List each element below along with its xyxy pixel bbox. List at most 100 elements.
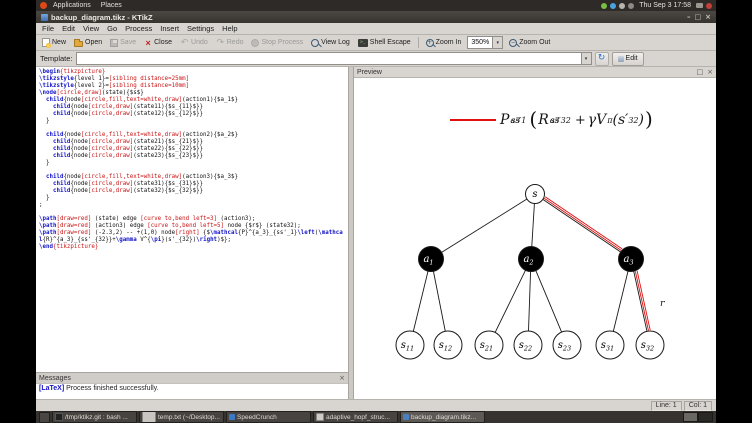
formula-arg-close: )	[638, 112, 644, 128]
system-tray: Thu Sep 3 17:58	[601, 2, 712, 9]
code-line: \path[draw=red] (state) edge [curve to,b…	[39, 216, 256, 222]
template-row: Template: ▾ ↻ Edit	[36, 51, 716, 67]
tree-node-label-s: s	[532, 189, 537, 200]
redo-button: ↷ Redo	[213, 37, 247, 48]
code-line: child{node[circle,fill,text=white,draw](…	[45, 174, 238, 180]
close-icon[interactable]: ×	[705, 13, 711, 21]
code-line: }	[39, 118, 50, 124]
zoom-level-combo[interactable]: 350% ▾	[467, 36, 504, 49]
close-button[interactable]: × Close	[141, 38, 175, 48]
formula-v-sup: π	[607, 115, 613, 125]
red-edge-a3-s32-0	[634, 271, 649, 331]
menu-help[interactable]: Help	[218, 24, 241, 33]
code-line: child{node[circle,draw](state32){$s_{32}…	[52, 188, 204, 194]
taskbar-window-0[interactable]: /tmp/ktikz.git : bash ...	[52, 411, 137, 423]
formula-gamma-v: γV	[587, 112, 607, 128]
window-title: backup_diagram.tikz - KTikZ	[51, 12, 153, 22]
distributor-logo-icon[interactable]	[40, 2, 47, 9]
messaging-indicator-icon[interactable]	[601, 2, 608, 9]
status-line: Line: 1	[650, 400, 682, 411]
show-desktop-button[interactable]	[39, 411, 50, 423]
maximize-icon[interactable]: □	[695, 13, 702, 21]
zoom-in-button[interactable]: + Zoom In	[423, 38, 465, 48]
menu-process[interactable]: Process	[121, 24, 156, 33]
tree-edge-a2-s22	[528, 271, 532, 332]
titlebar[interactable]: backup_diagram.tikz - KTikZ – □ ×	[36, 11, 716, 23]
red-edge-s-a3-1	[544, 196, 623, 250]
close-preview-icon[interactable]: ×	[707, 68, 713, 76]
ktikz-app-icon	[41, 13, 48, 21]
menu-settings[interactable]: Settings	[183, 24, 218, 33]
screen: Applications Places Thu Sep 3 17:58 back…	[0, 0, 752, 423]
tree-edge-s-a1	[441, 198, 528, 253]
code-line: child{node[circle,fill,text=white,draw](…	[45, 132, 238, 138]
menu-edit[interactable]: Edit	[58, 24, 79, 33]
code-line: child{node[circle,draw](state12){$s_{12}…	[52, 111, 204, 117]
reward-label: r	[660, 298, 666, 309]
bluetooth-icon[interactable]	[610, 2, 617, 9]
menu-go[interactable]: Go	[103, 24, 121, 33]
zoom-out-button[interactable]: − Zoom Out	[506, 38, 553, 48]
workspace-1[interactable]	[683, 412, 698, 422]
formula-plus: +	[574, 112, 586, 128]
applications-menu[interactable]: Applications	[49, 2, 95, 9]
taskbar-window-label: /tmp/ktikz.git : bash ...	[65, 413, 128, 421]
tree-edge-s-a2	[531, 203, 535, 247]
tree-edge-a3-s31	[612, 271, 629, 332]
code-line: \tikzstyle{level 1}=[sibling distance=25…	[39, 76, 190, 82]
tree-edge-a1-s11	[412, 271, 429, 332]
code-line: }	[39, 195, 50, 201]
menu-view[interactable]: View	[79, 24, 103, 33]
toolbar-label: Close	[154, 39, 173, 46]
code-line: ;	[39, 202, 43, 208]
code-line: \node[circle,draw](state){$s$}	[39, 90, 144, 96]
shell-icon: >_	[357, 38, 368, 47]
reload-template-button[interactable]: ↻	[594, 51, 609, 66]
workspace-2[interactable]	[698, 412, 713, 422]
zoom-level-value: 350%	[471, 39, 490, 46]
template-combo[interactable]: ▾	[75, 52, 592, 65]
places-menu[interactable]: Places	[97, 2, 126, 9]
battery-icon[interactable]	[696, 3, 703, 8]
network-icon[interactable]	[619, 2, 626, 9]
messages-header: Messages ×	[36, 372, 348, 383]
redo-icon: ↷	[216, 37, 225, 48]
new-button[interactable]: New	[39, 37, 69, 48]
toolbar-separator	[417, 37, 419, 48]
menu-file[interactable]: File	[38, 24, 58, 33]
code-editor[interactable]: \begin{tikzpicture} \tikzstyle{level 1}=[…	[36, 67, 348, 372]
tree-edge-a2-s21	[494, 270, 526, 333]
taskbar-window-2[interactable]: SpeedCrunch	[226, 411, 311, 423]
toolbar-label: View Log	[321, 39, 350, 46]
power-icon[interactable]	[706, 2, 712, 9]
tree-edge-a1-s12	[432, 271, 446, 332]
toolbar-label: Save	[120, 39, 137, 46]
clock[interactable]: Thu Sep 3 17:58	[637, 2, 693, 9]
edit-template-button[interactable]: Edit	[611, 51, 644, 66]
taskbar-window-4[interactable]: backup_diagram.tikz...	[400, 411, 485, 423]
menu-insert[interactable]: Insert	[156, 24, 183, 33]
volume-icon[interactable]	[628, 2, 635, 9]
code-line: child{node[circle,draw](state21){$s_{21}…	[52, 139, 204, 145]
view-log-button[interactable]: View Log	[308, 38, 353, 48]
detach-preview-icon[interactable]: □	[697, 68, 704, 76]
toolbar-label: Shell Escape	[369, 39, 411, 46]
open-button[interactable]: Open	[71, 37, 105, 48]
messages-close-icon[interactable]: ×	[339, 374, 345, 382]
taskbar-window-1[interactable]: temp.txt (~/Desktop...	[139, 411, 224, 423]
taskbar: /tmp/ktikz.git : bash ... temp.txt (~/Des…	[36, 411, 716, 423]
zoomout-icon: −	[509, 38, 518, 47]
toolbar: New Open Save × Close ↶ Undo ↷ Redo Stop Process V…	[36, 35, 716, 51]
code-line: child{node[circle,draw](state11){$s_{11}…	[52, 104, 204, 110]
shell-escape-button[interactable]: >_ Shell Escape	[355, 38, 414, 48]
chevron-down-icon[interactable]: ▾	[492, 37, 503, 48]
ktikz-icon	[403, 414, 409, 420]
workspace-switcher	[683, 412, 713, 422]
chevron-down-icon[interactable]: ▾	[580, 53, 591, 64]
menubar: File Edit View Go Process Insert Settings Help	[36, 23, 716, 35]
taskbar-window-3[interactable]: adaptive_hopf_struc...	[313, 411, 398, 423]
formula-close-paren: )	[644, 107, 653, 131]
minimize-icon[interactable]: –	[687, 13, 691, 21]
